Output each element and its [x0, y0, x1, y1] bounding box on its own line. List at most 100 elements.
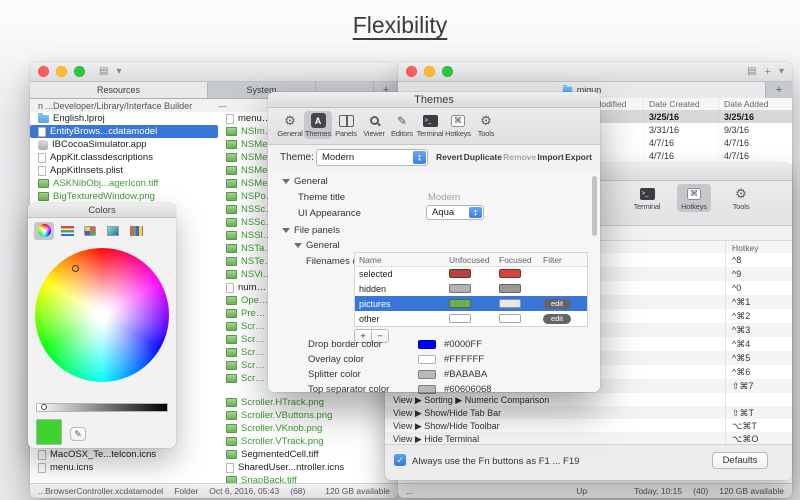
- unfocused-color-swatch[interactable]: [449, 269, 471, 278]
- toolbar-item-tools[interactable]: ⚙ Tools: [472, 111, 500, 139]
- file-row[interactable]: IBCocoaSimulator.app: [34, 138, 218, 151]
- right-window-titlebar[interactable]: ▤ + ▾: [398, 62, 792, 82]
- new-tab-button[interactable]: +: [766, 82, 792, 98]
- minimize-button[interactable]: [424, 66, 435, 77]
- hotkey-column-header[interactable]: Hotkey: [732, 243, 758, 253]
- rule-row-hidden[interactable]: hidden: [355, 281, 587, 296]
- toolbar-item-general[interactable]: ⚙ General: [276, 111, 304, 139]
- splitter-color-swatch[interactable]: [418, 370, 436, 379]
- toolbar-item-terminal[interactable]: >_ Terminal: [630, 184, 664, 212]
- file-row[interactable]: NSSc…: [222, 203, 268, 216]
- toolbar-item-editors[interactable]: ✎ Editors: [388, 111, 416, 139]
- file-row[interactable]: Scroller.VKnob.png: [222, 422, 394, 435]
- file-row[interactable]: NSPo…: [222, 190, 268, 203]
- file-row[interactable]: NSTe…: [222, 255, 268, 268]
- color-wheel-marker[interactable]: [72, 265, 79, 272]
- file-row[interactable]: menu…: [222, 112, 268, 125]
- current-color-swatch[interactable]: [36, 419, 62, 445]
- list-view-icon[interactable]: ▤: [99, 66, 108, 77]
- toolbar-item-terminal[interactable]: >_ Terminal: [416, 111, 444, 139]
- file-row[interactable]: menu.icns: [34, 461, 218, 474]
- file-row[interactable]: NSMe…: [222, 151, 268, 164]
- action-row[interactable]: View ▶ Show/Hide Tab Bar ⇧⌘T: [385, 406, 792, 419]
- file-row[interactable]: Scr…: [222, 359, 268, 372]
- drop-border-color-swatch[interactable]: [418, 340, 436, 349]
- focused-color-swatch[interactable]: [499, 284, 521, 293]
- fn-checkbox[interactable]: ✓: [394, 454, 406, 466]
- file-row[interactable]: NSSc…: [222, 216, 268, 229]
- color-palettes-tab[interactable]: [80, 222, 100, 240]
- toolbar-item-hotkeys[interactable]: ⌘ Hotkeys: [677, 184, 711, 212]
- file-row[interactable]: NSTa…: [222, 242, 268, 255]
- file-row[interactable]: English.lproj: [34, 112, 218, 125]
- chevron-down-icon[interactable]: ▾: [116, 66, 121, 77]
- column-date-created[interactable]: Date Created: [643, 98, 718, 110]
- color-image-tab[interactable]: [103, 222, 123, 240]
- eyedropper-button[interactable]: ✎: [70, 427, 86, 441]
- themes-dialog-titlebar[interactable]: Themes: [268, 92, 600, 108]
- file-row[interactable]: NSVi…: [222, 268, 268, 281]
- brightness-slider[interactable]: [36, 403, 168, 412]
- colors-panel-titlebar[interactable]: Colors: [28, 203, 176, 218]
- import-button[interactable]: Import: [537, 152, 563, 162]
- toolbar-item-tools[interactable]: ⚙ Tools: [724, 184, 758, 212]
- export-button[interactable]: Export: [565, 152, 592, 162]
- action-row[interactable]: View ▶ Show/Hide Toolbar ⌥⌘T: [385, 419, 792, 432]
- close-button[interactable]: [38, 66, 49, 77]
- file-row[interactable]: SegmentedCell.tiff: [222, 448, 394, 461]
- disclosure-triangle-icon[interactable]: [282, 179, 290, 184]
- file-row[interactable]: Scr…: [222, 320, 268, 333]
- file-row[interactable]: Ope…: [222, 294, 268, 307]
- top-separator-color-swatch[interactable]: [418, 385, 436, 394]
- toolbar-item-themes[interactable]: A Themes: [304, 111, 332, 139]
- unfocused-color-swatch[interactable]: [449, 314, 471, 323]
- file-row[interactable]: SharedUser...ntroller.icns: [222, 461, 394, 474]
- scrollbar-thumb[interactable]: [592, 176, 597, 236]
- file-row[interactable]: BigTexturedWindow.png: [34, 190, 218, 203]
- file-row[interactable]: NSSl…: [222, 229, 268, 242]
- file-row[interactable]: ASKNibObj...agerIcon.tiff: [34, 177, 218, 190]
- file-row[interactable]: NSMe…: [222, 138, 268, 151]
- close-button[interactable]: [406, 66, 417, 77]
- disclosure-triangle-icon[interactable]: [294, 243, 302, 248]
- zoom-button[interactable]: [442, 66, 453, 77]
- theme-select[interactable]: Modern ▴ ▾: [316, 149, 428, 166]
- ui-appearance-select[interactable]: Aqua ▴ ▾: [426, 205, 484, 220]
- defaults-button[interactable]: Defaults: [712, 452, 768, 469]
- unfocused-color-swatch[interactable]: [449, 284, 471, 293]
- add-panel-icon[interactable]: +: [765, 66, 771, 77]
- panel-view-icon[interactable]: ▤: [747, 66, 756, 77]
- unfocused-color-swatch[interactable]: [449, 299, 471, 308]
- focused-color-swatch[interactable]: [499, 314, 521, 323]
- rule-row-pictures[interactable]: pictures edit: [355, 296, 587, 311]
- toolbar-item-hotkeys[interactable]: ⌘ Hotkeys: [444, 111, 472, 139]
- file-row[interactable]: NSMe…: [222, 164, 268, 177]
- duplicate-button[interactable]: Duplicate: [464, 152, 502, 162]
- color-sliders-tab[interactable]: [57, 222, 77, 240]
- left-window-titlebar[interactable]: ▤ ▾: [30, 62, 398, 82]
- rule-row-other[interactable]: other edit: [355, 311, 587, 326]
- focused-color-swatch[interactable]: [499, 299, 521, 308]
- column-date-added[interactable]: Date Added: [718, 98, 792, 110]
- file-row[interactable]: Scroller.VTrack.png: [222, 435, 394, 448]
- minimize-button[interactable]: [56, 66, 67, 77]
- focused-color-swatch[interactable]: [499, 269, 521, 278]
- overlay-color-swatch[interactable]: [418, 355, 436, 364]
- brightness-slider-knob[interactable]: [41, 404, 47, 410]
- file-row[interactable]: num…: [222, 281, 268, 294]
- tab-resources[interactable]: Resources: [30, 82, 208, 98]
- revert-button[interactable]: Revert: [436, 152, 462, 162]
- color-crayons-tab[interactable]: [126, 222, 146, 240]
- file-row[interactable]: SnapBack.tiff: [222, 474, 394, 483]
- toolbar-item-panels[interactable]: Panels: [332, 111, 360, 139]
- file-row[interactable]: NSMe…: [222, 177, 268, 190]
- disclosure-triangle-icon[interactable]: [282, 228, 290, 233]
- file-row[interactable]: AppKitInsets.plist: [34, 164, 218, 177]
- file-row[interactable]: NSIm…: [222, 125, 268, 138]
- edit-button[interactable]: edit: [543, 298, 571, 309]
- chevron-down-icon[interactable]: ▾: [779, 66, 784, 77]
- rule-row-selected[interactable]: selected: [355, 266, 587, 281]
- remove-button[interactable]: Remove: [503, 152, 536, 162]
- edit-button[interactable]: edit: [543, 313, 571, 324]
- file-row[interactable]: AppKit.classdescriptions: [34, 151, 218, 164]
